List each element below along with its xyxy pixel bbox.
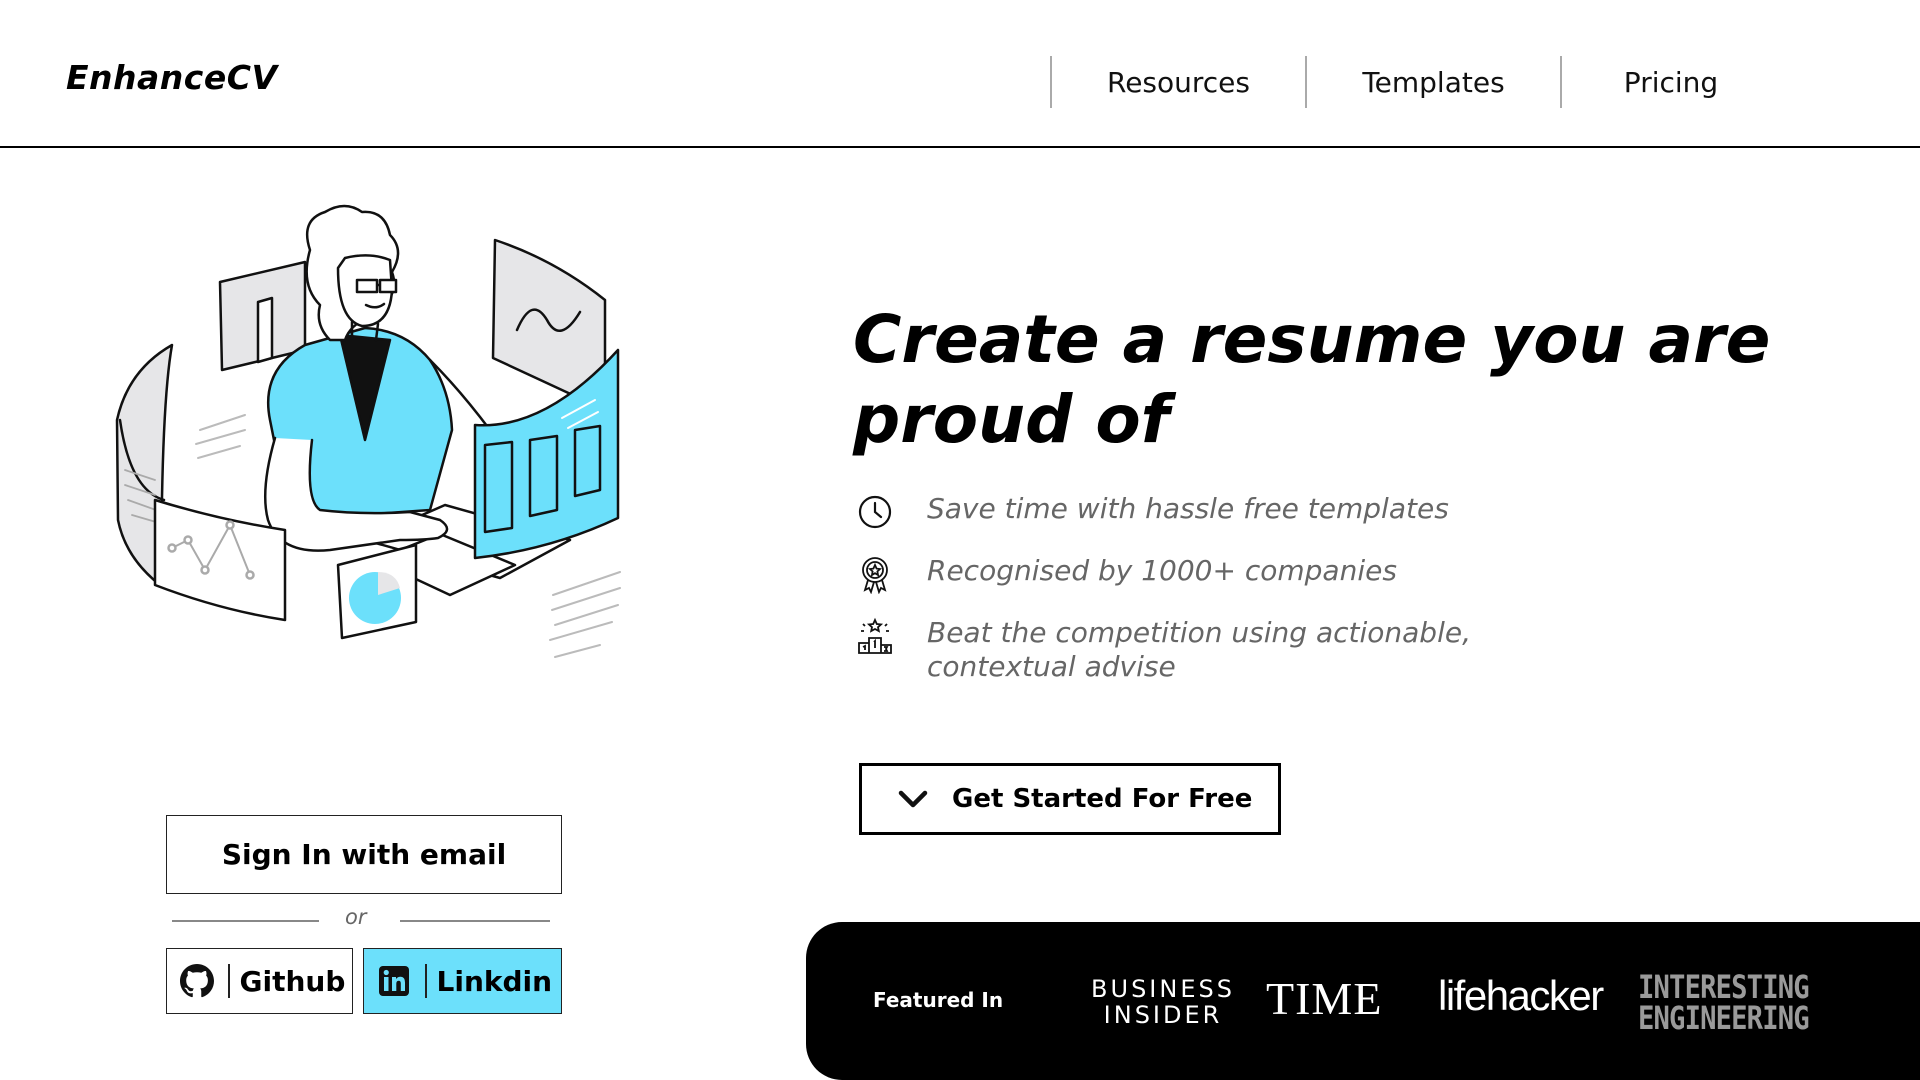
lifehacker-logo: lifehacker bbox=[1438, 972, 1604, 1019]
get-started-button[interactable]: Get Started For Free bbox=[859, 763, 1281, 835]
feature-item: Recognised by 1000+ companies bbox=[855, 554, 1615, 594]
or-divider: or bbox=[172, 905, 550, 937]
logo[interactable]: EnhanceCV bbox=[66, 58, 278, 97]
linkedin-signin-button[interactable]: Linkdin bbox=[363, 948, 562, 1014]
podium-icon bbox=[858, 617, 892, 654]
award-badge-icon bbox=[862, 557, 888, 594]
feature-text: Beat the competition using actionable, c… bbox=[927, 616, 1471, 683]
feature-item: Save time with hassle free templates bbox=[855, 492, 1615, 532]
linkedin-label: Linkdin bbox=[436, 964, 553, 998]
button-divider bbox=[228, 964, 230, 998]
main-nav: Resources Templates Pricing bbox=[1050, 56, 1920, 108]
hero-title: Create a resume you are proud of bbox=[853, 301, 1771, 458]
feature-item: Beat the competition using actionable, c… bbox=[855, 616, 1615, 684]
business-insider-logo: BUSINESS INSIDER bbox=[1088, 976, 1238, 1028]
github-signin-button[interactable]: Github bbox=[166, 948, 353, 1014]
interesting-engineering-text: INTERESTING ENGINEERING bbox=[1638, 968, 1810, 1037]
chevron-down-icon bbox=[898, 790, 928, 808]
nav-pricing[interactable]: Pricing bbox=[1562, 56, 1780, 108]
time-logo: TIME bbox=[1266, 973, 1383, 1024]
button-divider bbox=[425, 964, 427, 998]
feature-list: Save time with hassle free templates Rec… bbox=[855, 492, 1615, 706]
interesting-engineering-logo: INTERESTING ENGINEERING bbox=[1638, 968, 1810, 1037]
nav-resources[interactable]: Resources bbox=[1052, 56, 1305, 108]
site-header: EnhanceCV Resources Templates Pricing bbox=[0, 0, 1920, 148]
nav-templates[interactable]: Templates bbox=[1307, 56, 1560, 108]
business-insider-text: BUSINESS INSIDER bbox=[1091, 975, 1235, 1029]
or-text: or bbox=[345, 905, 367, 929]
get-started-label: Get Started For Free bbox=[952, 784, 1253, 814]
linkedin-icon bbox=[379, 966, 409, 996]
feature-text: Save time with hassle free templates bbox=[927, 492, 1449, 525]
featured-in-bar: Featured In BUSINESS INSIDER TIME lifeha… bbox=[806, 922, 1920, 1080]
divider-line bbox=[172, 920, 319, 922]
featured-label: Featured In bbox=[873, 988, 1004, 1012]
sign-in-email-button[interactable]: Sign In with email bbox=[166, 815, 562, 894]
hero-illustration bbox=[115, 204, 621, 658]
clock-icon bbox=[858, 495, 892, 529]
github-icon bbox=[180, 964, 214, 998]
github-label: Github bbox=[239, 964, 346, 998]
divider-line bbox=[400, 920, 550, 922]
feature-text: Recognised by 1000+ companies bbox=[927, 554, 1397, 587]
